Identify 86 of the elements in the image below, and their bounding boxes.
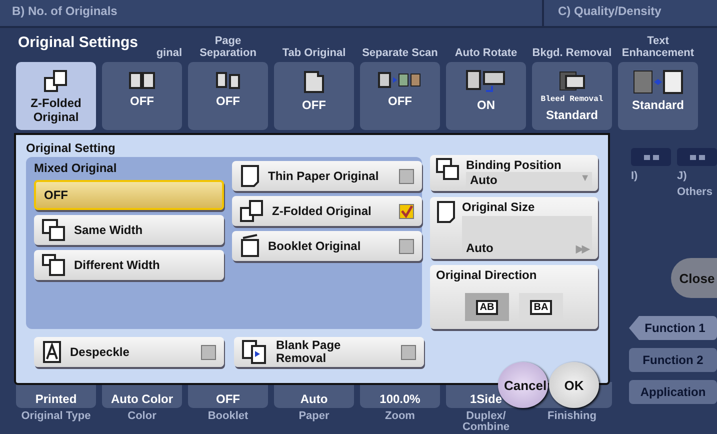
booklet-icon (240, 234, 260, 258)
setting-header: ginal (155, 47, 182, 61)
page-icon (436, 200, 456, 224)
letter-compare-icon (633, 70, 683, 94)
checkbox[interactable] (399, 238, 414, 254)
shortcut-label: I) (631, 170, 639, 182)
shortcut-button[interactable] (631, 148, 671, 166)
function-label: Zoom (384, 409, 416, 424)
dropdown-arrow: ▼ (580, 173, 588, 186)
setting-tile[interactable]: OFF (102, 62, 182, 130)
page-icon (240, 164, 260, 188)
folded-pages-icon (44, 70, 68, 92)
function-label: Duplex/ Combine (461, 409, 511, 434)
checkbox[interactable] (201, 344, 216, 360)
option-button[interactable]: OFF (34, 180, 224, 210)
setting-tile[interactable]: ON (446, 62, 526, 130)
tile-value: OFF (216, 94, 240, 108)
tile-value: OFF (130, 94, 154, 108)
two-pages-icon (215, 70, 241, 90)
option-label: Booklet Original (268, 240, 362, 252)
size-button[interactable]: Original Size Auto ▶▶ (430, 197, 598, 259)
setting-header: Auto Rotate (454, 47, 518, 61)
option-label: Blank Page Removal (276, 339, 342, 365)
shortcut-caption: Others (677, 186, 714, 198)
function-tab[interactable]: Application (629, 380, 717, 404)
tile-value: ON (477, 98, 495, 112)
close-button[interactable]: Close (671, 258, 717, 298)
checkbox[interactable] (399, 204, 414, 218)
setting-header: Page Separation (198, 35, 258, 61)
page-layers-icon (558, 70, 586, 92)
rotate-pages-icon (466, 70, 506, 94)
function-label: Booklet (206, 409, 250, 424)
more-arrow: ▶▶ (576, 243, 588, 255)
option-button[interactable]: Same Width (34, 215, 224, 245)
stacked-pages-icon (42, 254, 66, 276)
folded-pages-icon (240, 200, 264, 222)
letter-page-icon (42, 340, 62, 364)
checkbox[interactable] (401, 344, 416, 360)
check-option[interactable]: Z-Folded Original (232, 196, 422, 226)
tile-value: Standard (632, 98, 684, 112)
tile-value: OFF (388, 94, 412, 108)
pages-arrow-icon (242, 340, 268, 364)
setting-header: Text Enhancement (620, 35, 696, 61)
shortcut-button[interactable] (677, 148, 717, 166)
tile-value: Z-Folded Original (30, 96, 82, 124)
option-label: Despeckle (70, 346, 130, 358)
option-label: Thin Paper Original (268, 170, 380, 182)
pages-arrow-icon (378, 70, 422, 90)
check-option[interactable]: Thin Paper Original (232, 161, 422, 191)
stacked-pages-icon (436, 158, 460, 180)
function-label: Color (126, 409, 158, 424)
section-header: B) No. of Originals (11, 3, 118, 20)
tile-note: Bleed Removal (540, 96, 604, 104)
section-header: C) Quality/Density (542, 0, 662, 26)
function-label: Paper (298, 409, 330, 424)
group-title: Mixed Original (34, 161, 118, 175)
function-tab[interactable]: Function 1 (629, 316, 717, 340)
function-label: Finishing (546, 409, 598, 424)
stacked-pages-icon (42, 219, 66, 241)
function-tab[interactable]: Function 2 (629, 348, 717, 372)
shortcut-label: J) (677, 170, 688, 182)
check-option[interactable]: Booklet Original (232, 231, 422, 261)
setting-tile[interactable]: Bleed Removal Standard (532, 62, 612, 130)
tile-value: OFF (302, 98, 326, 112)
direction-title: Original Direction (436, 268, 538, 282)
setting-tile[interactable]: OFF (188, 62, 268, 130)
setting-tile[interactable]: Standard (618, 62, 698, 130)
option-button[interactable]: Different Width (34, 250, 224, 280)
check-option[interactable]: Despeckle (34, 337, 224, 367)
setting-tile[interactable]: OFF (274, 62, 354, 130)
option-label: Z-Folded Original (272, 204, 372, 218)
tile-value: Standard (546, 108, 598, 122)
setting-tile[interactable]: OFF (360, 62, 440, 130)
tabbed-page-icon (303, 70, 325, 94)
setting-header: Separate Scan (361, 47, 439, 61)
open-book-icon (128, 70, 156, 90)
direction-option[interactable]: AB (465, 293, 509, 321)
panel-title: Original Settings (18, 34, 138, 51)
section-title: Original Setting (26, 141, 116, 155)
setting-tile[interactable]: Z-Folded Original (16, 62, 96, 130)
checkbox[interactable] (399, 168, 414, 184)
function-label: Original Type (20, 409, 92, 424)
setting-header: Bkgd. Removal (532, 47, 612, 61)
check-option[interactable]: Blank Page Removal (234, 337, 424, 367)
setting-header: Tab Original (281, 47, 347, 61)
binding-dropdown[interactable]: Binding Position Auto ▼ (430, 155, 598, 191)
